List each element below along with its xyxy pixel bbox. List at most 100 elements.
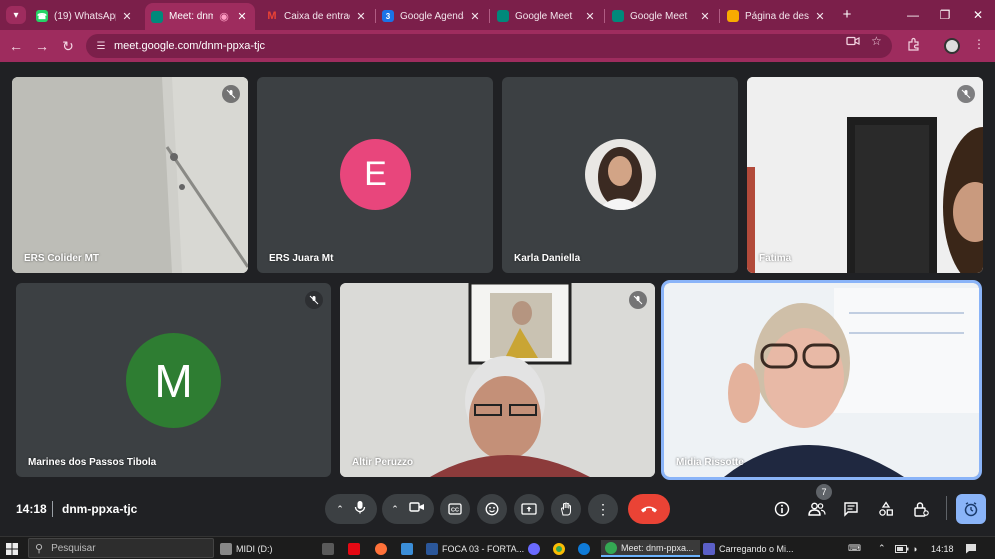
taskbar-app-store[interactable] [401,540,417,557]
tab-divider [489,9,490,23]
taskbar-item-midi-drive[interactable]: MIDI (D:) [220,540,273,557]
meet-icon [497,10,509,22]
tab-divider [604,9,605,23]
media-icon [528,542,540,555]
calculator-icon [322,542,334,555]
participant-name: Marines dos Passos Tibola [28,457,157,468]
site-info-icon[interactable]: ☰ [90,41,112,52]
notifications-icon[interactable] [965,540,977,557]
tab-meet-active[interactable]: Meet: dnm-p ◉ ✕ [145,3,255,30]
forward-button[interactable]: → [32,36,52,56]
activities-button[interactable] [873,496,899,522]
address-bar[interactable]: ☰ meet.google.com/dnm-ppxa-tjc [86,34,892,58]
microphone-button[interactable] [354,500,366,519]
participant-tile[interactable]: E ERS Juara Mt [257,77,493,273]
maximize-button[interactable]: ❐ [930,5,960,25]
meeting-controls-bar: 14:18 dnm-ppxa-tjc ⌃ ⌃ CC ⋮ 7 [0,484,995,536]
taskbar-app-firefox[interactable] [375,540,391,557]
taskbar-item-label: MIDI (D:) [236,543,273,554]
tab-google-meet[interactable]: Google Meet ✕ [491,4,603,28]
minimize-button[interactable]: — [898,5,928,25]
participant-name: Fatima [759,253,792,264]
back-button[interactable]: ← [6,36,26,56]
gmail-icon: M [267,10,277,22]
browser-toolbar: ← → ↻ ☰ meet.google.com/dnm-ppxa-tjc ☆ ⋮ [0,30,995,62]
meeting-timer-button[interactable] [956,494,986,524]
taskbar-item-teams[interactable]: Carregando o Mi... [703,540,794,557]
tab-label: (19) WhatsApp [54,10,116,22]
taskbar-app-media[interactable] [528,540,544,557]
taskbar-search-box[interactable]: ⚲ Pesquisar [28,538,214,558]
start-button[interactable] [6,540,18,557]
close-tab-icon[interactable]: ✕ [698,10,712,23]
participant-name: Karla Daniella [514,253,581,264]
camera-indicator-icon[interactable] [846,34,860,51]
new-tab-button[interactable]: + [838,5,856,25]
svg-text:CC: CC [451,508,459,514]
show-hidden-icons-chevron[interactable]: ⌃ [878,540,886,557]
meeting-clock: 14:18 [16,502,47,516]
taskbar-app-netflix[interactable] [348,540,364,557]
taskbar-item-meet-window[interactable]: Meet: dnm-ppxa... [601,540,700,557]
tab-label: Google Meet [630,10,688,22]
raise-hand-button[interactable] [551,494,581,524]
more-options-button[interactable]: ⋮ [588,494,618,524]
meeting-details-button[interactable] [769,496,795,522]
tab-google-meet-2[interactable]: Google Meet ✕ [606,4,718,28]
participant-tile[interactable]: ERS Colider MT [12,77,248,273]
taskbar-clock[interactable]: 14:18 [931,540,954,557]
emoji-reactions-button[interactable] [477,494,507,524]
participant-name: ERS Colider MT [24,253,100,264]
mic-off-icon [957,85,975,103]
keyboard-icon[interactable]: ⌨ [848,540,861,557]
participant-tile[interactable]: Karla Daniella [502,77,738,273]
participant-name: Midia Rissotte [676,457,744,468]
tab-gmail[interactable]: M Caixa de entrad ✕ [260,4,374,28]
close-tab-icon[interactable]: ✕ [354,10,368,23]
close-tab-icon[interactable]: ✕ [813,10,827,23]
tab-label: Google Meet [515,10,573,22]
participant-tile[interactable]: M Marines dos Passos Tibola [16,283,331,477]
participant-tile-speaking[interactable]: Midia Rissotte [661,280,982,480]
tab-search-button[interactable]: ▾ [6,6,26,24]
leave-call-button[interactable] [628,494,670,524]
bookmark-star-icon[interactable]: ☆ [871,34,882,48]
people-button[interactable] [804,496,830,522]
present-screen-button[interactable] [514,494,544,524]
drive-icon [220,542,232,555]
tab-whatsapp[interactable]: ☎ (19) WhatsApp ✕ [30,4,140,28]
tab-landing-page[interactable]: Página de destin ✕ [721,4,833,28]
divider [52,501,53,517]
browser-menu-icon[interactable]: ⋮ [970,37,988,51]
participant-tile[interactable]: Altir Peruzzo [340,283,655,477]
camera-button[interactable] [409,500,425,518]
taskbar-app-chrome[interactable] [553,540,569,557]
extensions-icon[interactable] [905,37,923,54]
recording-icon: ◉ [219,11,229,23]
tab-google-agenda[interactable]: 3 Google Agenda ✕ [376,4,488,28]
taskbar-app-calculator[interactable] [322,540,338,557]
taskbar-app-edge[interactable] [578,540,594,557]
video-feed-wall [12,77,248,273]
tab-label: Meet: dnm-p [169,11,213,22]
mic-options-chevron-icon[interactable]: ⌃ [336,504,344,515]
close-window-button[interactable]: ✕ [963,5,993,25]
close-tab-icon[interactable]: ✕ [235,10,249,23]
close-tab-icon[interactable]: ✕ [583,10,597,23]
reload-button[interactable]: ↻ [58,36,78,56]
participant-tile[interactable]: Fatima [747,77,983,273]
close-tab-icon[interactable]: ✕ [468,10,482,23]
captions-button[interactable]: CC [440,494,470,524]
edge-icon [578,542,590,555]
host-controls-button[interactable] [908,496,934,522]
camera-options-chevron-icon[interactable]: ⌃ [391,504,399,515]
teams-icon [703,542,715,555]
taskbar-item-word-doc[interactable]: FOCA 03 - FORTA... [426,540,524,557]
participant-name: ERS Juara Mt [269,253,334,264]
close-tab-icon[interactable]: ✕ [120,10,134,23]
battery-icon[interactable] [895,540,909,557]
url-text[interactable]: meet.google.com/dnm-ppxa-tjc [114,40,265,52]
chat-button[interactable] [838,496,864,522]
network-icon[interactable]: ◑ [912,540,917,557]
profile-avatar[interactable] [944,38,960,54]
